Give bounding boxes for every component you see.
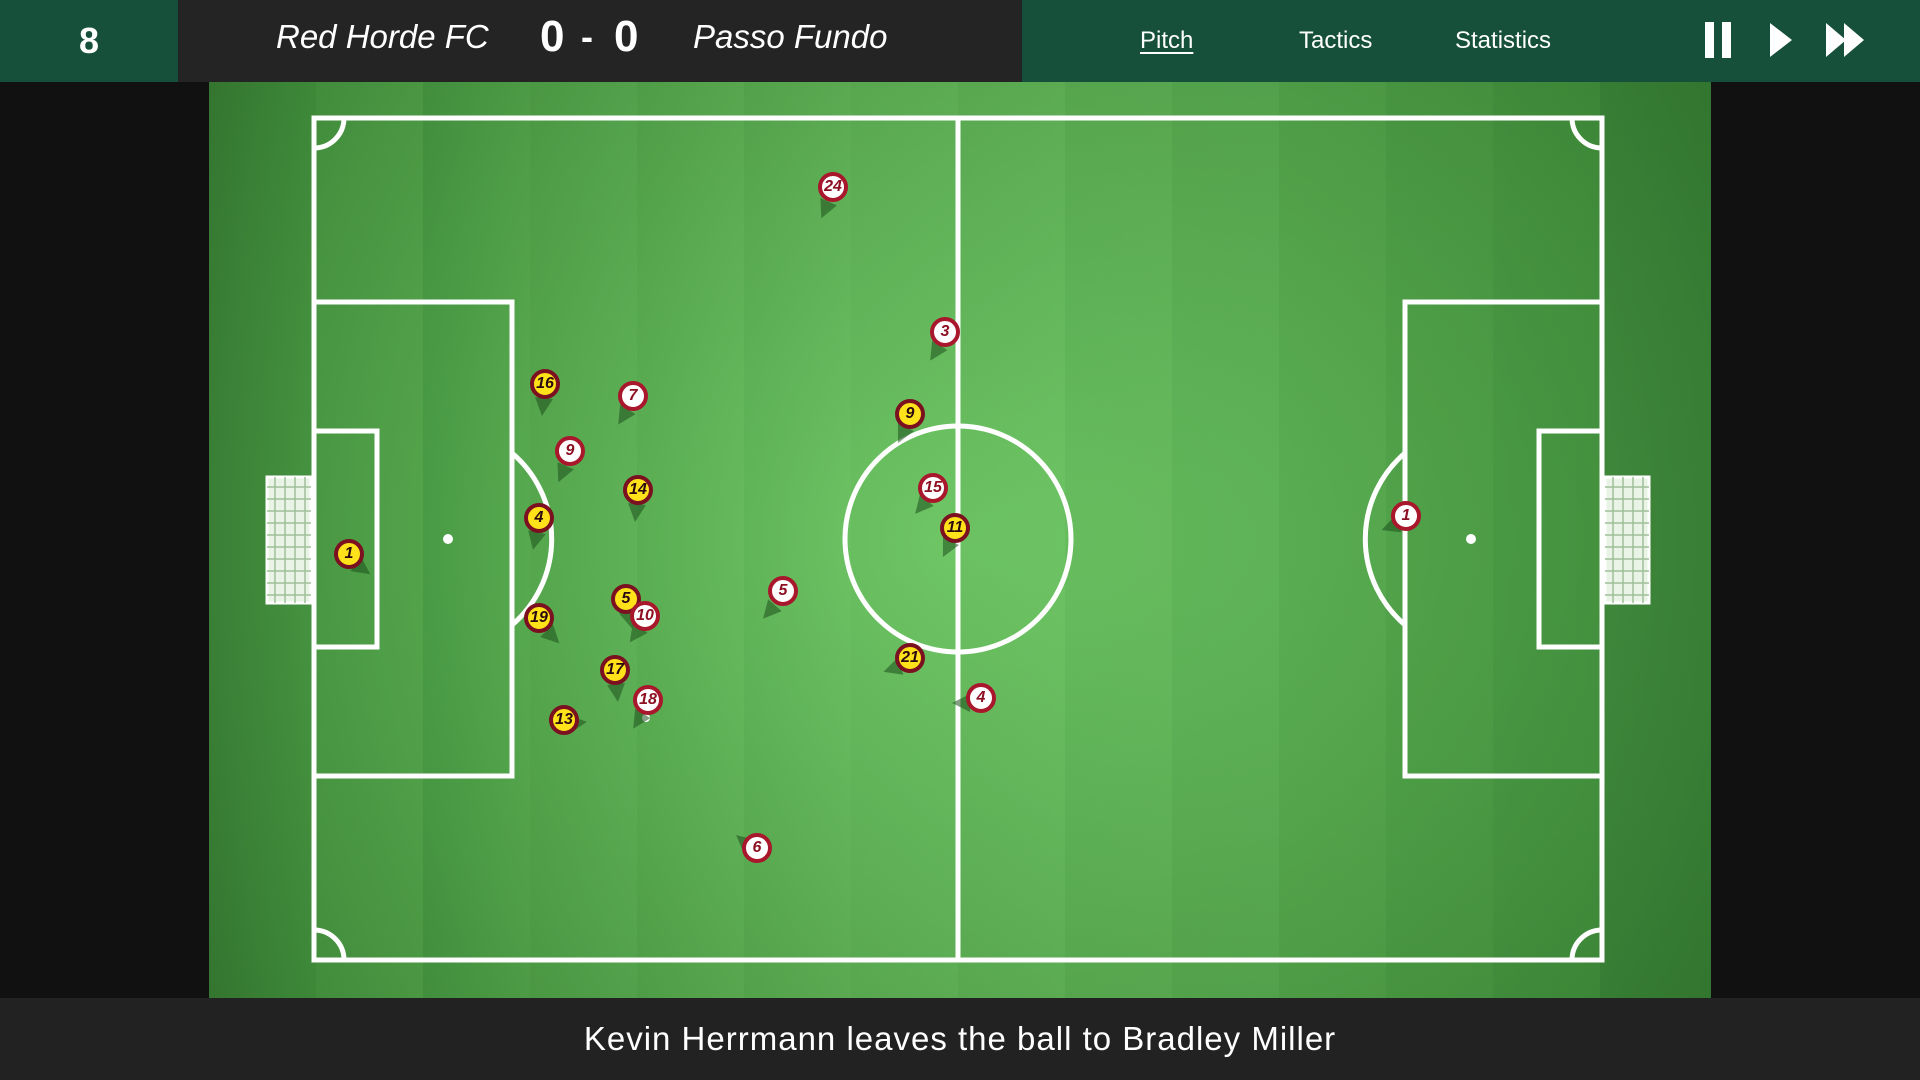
commentary-bar: Kevin Herrmann leaves the ball to Bradle…: [0, 998, 1920, 1080]
ball: [642, 714, 650, 722]
corner-arc-top-right: [1569, 117, 1603, 151]
away-player-token[interactable]: 6: [742, 833, 772, 863]
home-player-token[interactable]: 21: [895, 643, 925, 673]
home-team-name: Red Horde FC: [276, 18, 489, 55]
right-penalty-spot: [1466, 534, 1476, 544]
away-player-token[interactable]: 15: [918, 473, 948, 503]
home-player-token[interactable]: 16: [530, 369, 560, 399]
scoreboard: Red Horde FC 0 - 0 Passo Fundo: [178, 0, 1022, 82]
away-player-token[interactable]: 4: [966, 683, 996, 713]
away-score: 0: [614, 12, 639, 61]
left-penalty-arc: [510, 451, 555, 627]
right-goal-area: [1536, 428, 1605, 650]
pause-icon: [1705, 22, 1731, 58]
away-player-token[interactable]: 3: [930, 317, 960, 347]
commentary-text: Kevin Herrmann leaves the ball to Bradle…: [583, 1020, 1337, 1057]
away-player-token[interactable]: 10: [630, 601, 660, 631]
right-penalty-arc: [1362, 451, 1407, 627]
away-player-token[interactable]: 7: [618, 381, 648, 411]
play-icon: [1770, 23, 1792, 57]
home-player-token[interactable]: 14: [623, 475, 653, 505]
corner-arc-top-left: [313, 117, 347, 151]
away-player-token[interactable]: 5: [768, 576, 798, 606]
away-player-token[interactable]: 1: [1391, 501, 1421, 531]
home-player-token[interactable]: 13: [549, 705, 579, 735]
top-bar: 8 Red Horde FC 0 - 0 Passo Fundo Pitch T…: [0, 0, 1920, 82]
away-team-name: Passo Fundo: [693, 18, 888, 55]
tab-tactics[interactable]: Tactics: [1299, 0, 1372, 82]
match-screen: 8 Red Horde FC 0 - 0 Passo Fundo Pitch T…: [0, 0, 1920, 1080]
right-penalty-area: [1402, 299, 1605, 779]
tab-statistics[interactable]: Statistics: [1455, 0, 1551, 82]
play-button[interactable]: [1762, 20, 1806, 60]
corner-arc-bottom-right: [1569, 927, 1603, 961]
tab-pitch[interactable]: Pitch: [1140, 0, 1193, 82]
away-player-token[interactable]: 24: [818, 172, 848, 202]
right-goal: [1603, 475, 1651, 605]
left-penalty-spot: [443, 534, 453, 544]
corner-arc-bottom-left: [313, 927, 347, 961]
home-player-token[interactable]: 17: [600, 655, 630, 685]
home-player-token[interactable]: 19: [524, 603, 554, 633]
home-player-token[interactable]: 11: [940, 513, 970, 543]
pitch[interactable]: 1 16 4 19 13 14 5 17 9 11 21 24 7 9 10 18 5 6 3 15 4 1: [209, 82, 1711, 998]
match-minute: 8: [0, 0, 178, 82]
home-player-token[interactable]: 9: [895, 399, 925, 429]
away-player-token[interactable]: 9: [555, 436, 585, 466]
home-score: 0: [540, 12, 565, 61]
away-player-token[interactable]: 18: [633, 685, 663, 715]
pause-button[interactable]: [1700, 20, 1744, 60]
score-separator: -: [581, 16, 593, 57]
fast-forward-icon: [1826, 23, 1864, 57]
home-player-token[interactable]: 1: [334, 539, 364, 569]
fast-forward-button[interactable]: [1822, 20, 1872, 60]
left-goal: [265, 475, 313, 605]
home-player-token[interactable]: 4: [524, 503, 554, 533]
